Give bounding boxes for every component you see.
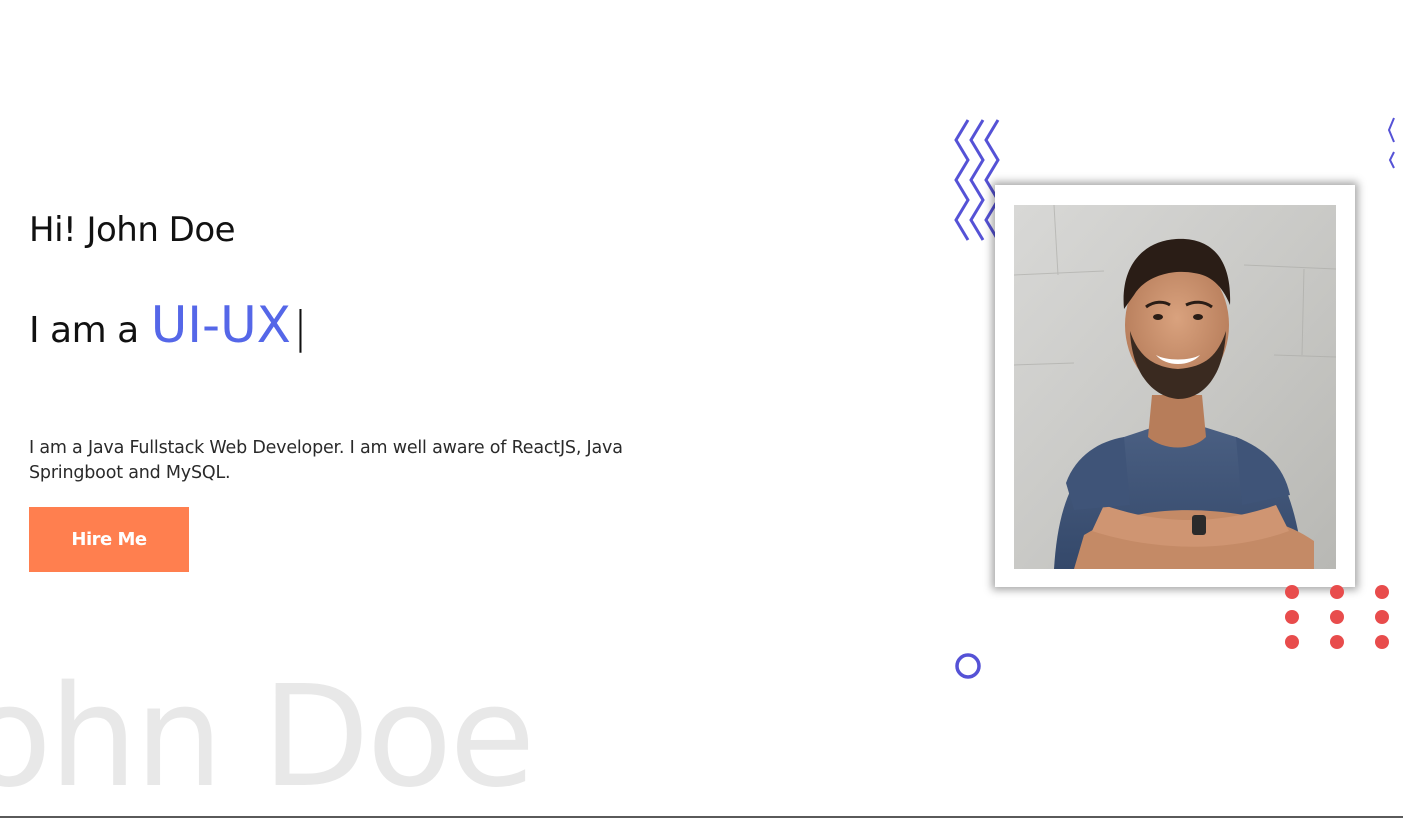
- bio-text: I am a Java Fullstack Web Developer. I a…: [29, 437, 623, 483]
- typing-caret: |: [292, 302, 308, 353]
- portrait-photo: [1014, 205, 1336, 569]
- typed-role: UI-UX: [150, 296, 291, 354]
- role-prefix: I am a: [29, 310, 139, 351]
- circle-outline-icon: [955, 653, 981, 679]
- greeting-heading: Hi! John Doe: [29, 210, 236, 250]
- name-watermark: John Doe: [0, 656, 535, 818]
- hire-me-button[interactable]: Hire Me: [29, 507, 189, 572]
- role-heading: I am a UI-UX |: [29, 296, 308, 360]
- dot-grid-icon: [1285, 585, 1389, 649]
- photo-frame: [995, 185, 1355, 587]
- zigzag-edge-icon: [1387, 117, 1395, 169]
- hero-section: Hi! John Doe I am a UI-UX | I am a Java …: [0, 0, 1403, 818]
